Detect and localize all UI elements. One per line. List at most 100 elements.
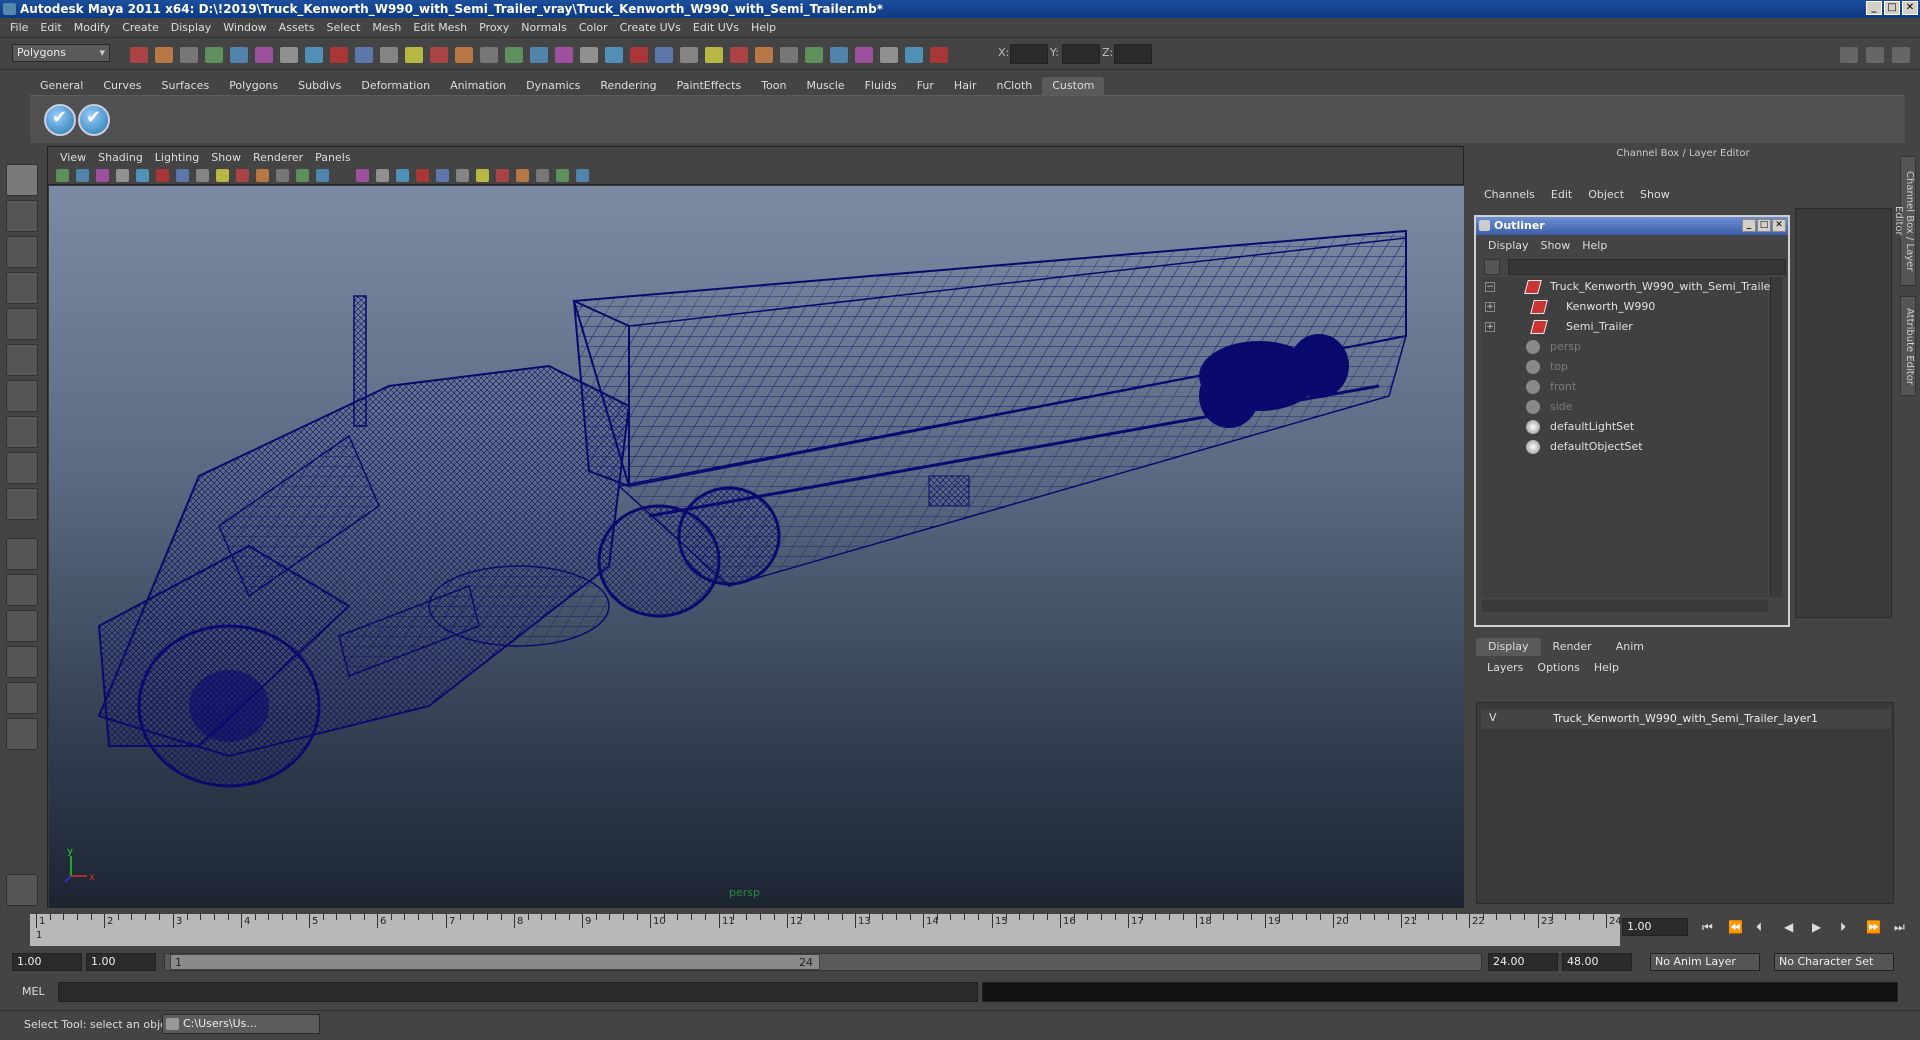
viewport-menu-panels[interactable]: Panels [309, 151, 356, 164]
viewport-tool-icon[interactable] [216, 169, 229, 182]
shelf-tab-painteffects[interactable]: PaintEffects [667, 77, 752, 95]
minimize-button[interactable]: _ [1866, 1, 1882, 15]
lasso-tool-icon[interactable] [6, 200, 38, 232]
outliner-menu-show[interactable]: Show [1535, 237, 1577, 255]
outliner-horizontal-scrollbar[interactable] [1482, 600, 1768, 612]
status-tool-icon[interactable] [380, 47, 398, 63]
outliner-item[interactable]: persp [1482, 337, 1768, 357]
layer-row[interactable]: V Truck_Kenworth_W990_with_Semi_Trailer_… [1481, 709, 1891, 729]
shelf-tab-deformation[interactable]: Deformation [351, 77, 440, 95]
layer-menu-options[interactable]: Options [1530, 660, 1586, 676]
channel-menu-object[interactable]: Object [1580, 188, 1632, 201]
channel-menu-edit[interactable]: Edit [1543, 188, 1580, 201]
viewport-tool-icon[interactable] [176, 169, 189, 182]
shelf-tab-fluids[interactable]: Fluids [855, 77, 907, 95]
status-tool-icon[interactable] [530, 47, 548, 63]
status-tool-icon[interactable] [505, 47, 523, 63]
viewport-tool-icon[interactable] [476, 169, 489, 182]
play-forwards-button[interactable]: ▶ [1812, 920, 1821, 934]
channel-menu-show[interactable]: Show [1632, 188, 1678, 201]
status-tool-icon[interactable] [405, 47, 423, 63]
status-tool-icon[interactable] [730, 47, 748, 63]
outliner-minimize-button[interactable]: _ [1742, 219, 1756, 232]
layer-tab-display[interactable]: Display [1476, 638, 1541, 656]
viewport-menu-shading[interactable]: Shading [92, 151, 149, 164]
status-tool-icon[interactable] [880, 47, 898, 63]
outliner-layout-icon[interactable] [6, 610, 38, 642]
menu-file[interactable]: File [4, 21, 34, 34]
toggle-attribute-editor-icon[interactable] [1840, 47, 1858, 63]
paint-select-tool-icon[interactable] [6, 236, 38, 268]
channel-menu-channels[interactable]: Channels [1476, 188, 1543, 201]
status-tool-icon[interactable] [205, 47, 223, 63]
side-tab-channel-box[interactable]: Channel Box / Layer Editor [1893, 156, 1916, 286]
shelf-tab-subdivs[interactable]: Subdivs [288, 77, 351, 95]
viewport-tool-icon[interactable] [436, 169, 449, 182]
menu-create-uvs[interactable]: Create UVs [614, 21, 687, 34]
menu-edit[interactable]: Edit [34, 21, 67, 34]
menu-edit-uvs[interactable]: Edit UVs [687, 21, 745, 34]
status-tool-icon[interactable] [305, 47, 323, 63]
status-tool-icon[interactable] [930, 47, 948, 63]
toggle-tool-settings-icon[interactable] [1866, 47, 1884, 63]
viewport-menu-show[interactable]: Show [205, 151, 247, 164]
step-back-button[interactable]: ⏪ [1728, 920, 1743, 934]
outliner-menu-help[interactable]: Help [1576, 237, 1613, 255]
status-tool-icon[interactable] [180, 47, 198, 63]
step-back-key-button[interactable]: ⏴ [1756, 920, 1762, 935]
z-field[interactable] [1114, 44, 1152, 64]
viewport-tool-icon[interactable] [76, 169, 89, 182]
menu-color[interactable]: Color [573, 21, 614, 34]
outliner-item[interactable]: top [1482, 357, 1768, 377]
expand-toggle-icon[interactable]: + [1485, 322, 1495, 332]
soft-mod-tool-icon[interactable] [6, 416, 38, 448]
four-view-layout-icon[interactable] [6, 574, 38, 606]
status-tool-icon[interactable] [630, 47, 648, 63]
menu-set-dropdown[interactable]: Polygons [12, 44, 110, 62]
menu-assets[interactable]: Assets [273, 21, 321, 34]
status-tool-icon[interactable] [655, 47, 673, 63]
shelf-tab-dynamics[interactable]: Dynamics [516, 77, 590, 95]
viewport-tool-icon[interactable] [536, 169, 549, 182]
viewport-tool-icon[interactable] [396, 169, 409, 182]
character-set-dropdown[interactable]: No Character Set [1774, 953, 1894, 971]
step-forward-button[interactable]: ⏩ [1866, 920, 1881, 934]
status-tool-icon[interactable] [480, 47, 498, 63]
viewport-tool-icon[interactable] [356, 169, 369, 182]
outliner-item[interactable]: + Kenworth_W990 [1482, 297, 1768, 317]
status-tool-icon[interactable] [805, 47, 823, 63]
shelf-tab-ncloth[interactable]: nCloth [987, 77, 1043, 95]
go-to-end-button[interactable]: ⏭ [1894, 920, 1905, 935]
animation-end-field[interactable]: 48.00 [1562, 953, 1632, 971]
viewport-tool-icon[interactable] [116, 169, 129, 182]
viewport-tool-icon[interactable] [276, 169, 289, 182]
close-button[interactable]: ✕ [1902, 1, 1918, 15]
side-tab-attribute-editor[interactable]: Attribute Editor [1900, 296, 1916, 396]
outliner-search-input[interactable] [1508, 259, 1786, 275]
shelf-checkmark-button-1[interactable] [44, 104, 76, 136]
shelf-checkmark-button-2[interactable] [78, 104, 110, 136]
status-tool-icon[interactable] [605, 47, 623, 63]
animation-start-field[interactable]: 1.00 [12, 953, 82, 971]
viewport-tool-icon[interactable] [496, 169, 509, 182]
viewport-tool-icon[interactable] [376, 169, 389, 182]
outliner-item[interactable]: side [1482, 397, 1768, 417]
maximize-button[interactable]: □ [1884, 1, 1900, 15]
y-field[interactable] [1062, 44, 1100, 64]
viewport-tool-icon[interactable] [416, 169, 429, 182]
hypershade-layout-icon[interactable] [6, 682, 38, 714]
outliner-maximize-button[interactable]: □ [1757, 219, 1771, 232]
minimized-window-button[interactable]: C:\Users\Us... [162, 1014, 320, 1034]
viewport-tool-icon[interactable] [256, 169, 269, 182]
status-tool-icon[interactable] [430, 47, 448, 63]
command-language-label[interactable]: MEL [22, 985, 45, 998]
layer-menu-layers[interactable]: Layers [1480, 660, 1530, 676]
shelf-tab-toon[interactable]: Toon [751, 77, 796, 95]
render-layout-icon[interactable] [6, 718, 38, 750]
quick-help-icon[interactable] [6, 874, 38, 906]
status-tool-icon[interactable] [330, 47, 348, 63]
status-tool-icon[interactable] [580, 47, 598, 63]
outliner-filter-icon[interactable] [1484, 259, 1500, 275]
move-tool-icon[interactable] [6, 272, 38, 304]
status-tool-icon[interactable] [830, 47, 848, 63]
